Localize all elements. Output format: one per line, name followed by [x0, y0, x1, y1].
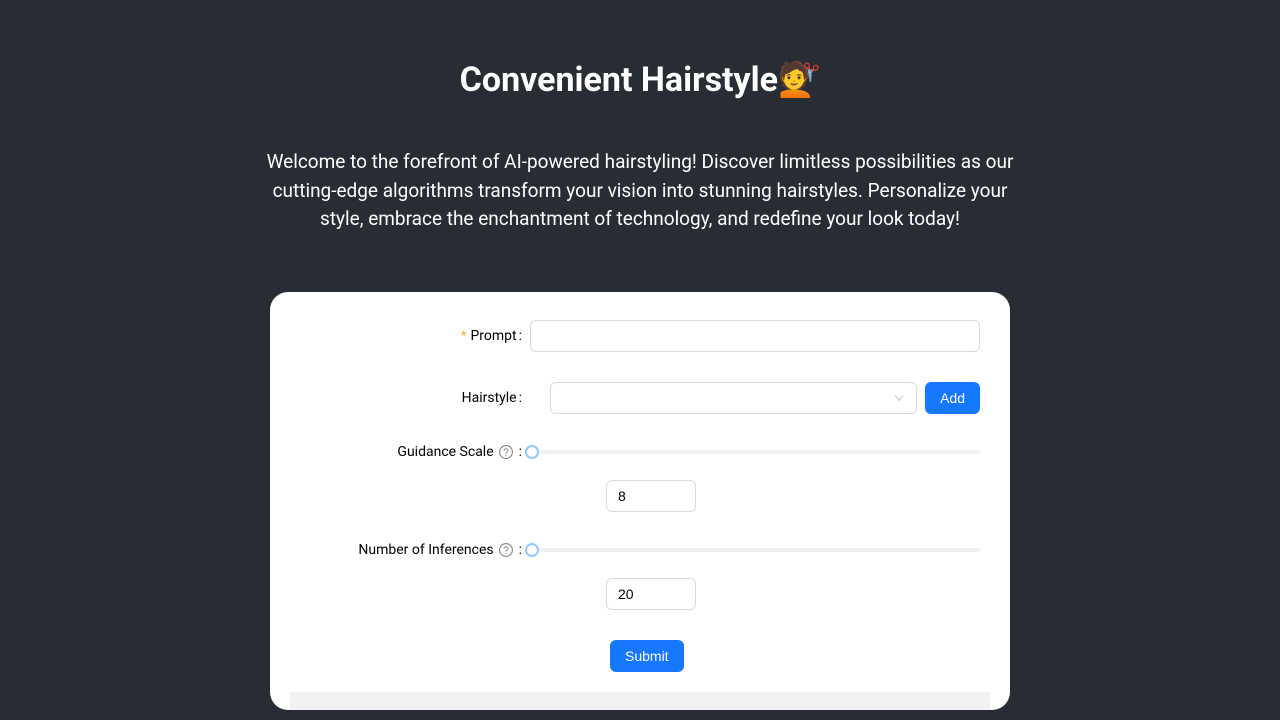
- guidance-scale-label-text: Guidance Scale: [397, 444, 493, 460]
- prompt-row: *Prompt:: [300, 320, 980, 352]
- num-inferences-input[interactable]: [606, 578, 696, 610]
- num-inferences-value-row: [300, 578, 980, 610]
- hairstyle-label-text: Hairstyle: [462, 390, 517, 406]
- help-icon[interactable]: [499, 543, 513, 557]
- guidance-scale-label: Guidance Scale :: [300, 444, 530, 460]
- required-indicator: *: [461, 329, 467, 344]
- form-card: *Prompt: Hairstyle: Add Guidance Scale :: [270, 292, 1010, 710]
- prompt-input[interactable]: [530, 320, 980, 352]
- add-button[interactable]: Add: [925, 382, 980, 414]
- num-inferences-label: Number of Inferences :: [300, 542, 530, 558]
- slider-handle[interactable]: [525, 445, 539, 459]
- label-colon: :: [519, 390, 522, 406]
- guidance-scale-input[interactable]: [606, 480, 696, 512]
- num-inferences-slider[interactable]: [532, 548, 980, 552]
- description-text: Welcome to the forefront of AI-powered h…: [250, 148, 1030, 234]
- help-icon[interactable]: [499, 445, 513, 459]
- guidance-scale-value-row: [300, 480, 980, 512]
- hairstyle-select[interactable]: [550, 382, 917, 414]
- page-title: Convenient Hairstyle💇: [0, 60, 1280, 100]
- prompt-label: *Prompt:: [300, 328, 530, 344]
- hairstyle-label: Hairstyle:: [300, 390, 530, 406]
- hairstyle-row: Hairstyle: Add: [300, 382, 980, 414]
- guidance-scale-slider[interactable]: [532, 450, 980, 454]
- bottom-band: [290, 692, 990, 710]
- num-inferences-row: Number of Inferences :: [300, 542, 980, 558]
- guidance-scale-row: Guidance Scale :: [300, 444, 980, 460]
- label-colon: :: [519, 542, 522, 558]
- label-colon: :: [519, 328, 522, 344]
- prompt-label-text: Prompt: [470, 328, 516, 344]
- slider-handle[interactable]: [525, 543, 539, 557]
- submit-row: Submit: [300, 640, 980, 672]
- label-colon: :: [519, 444, 522, 460]
- chevron-down-icon: [893, 392, 905, 404]
- submit-button[interactable]: Submit: [610, 640, 684, 672]
- num-inferences-label-text: Number of Inferences: [358, 542, 493, 558]
